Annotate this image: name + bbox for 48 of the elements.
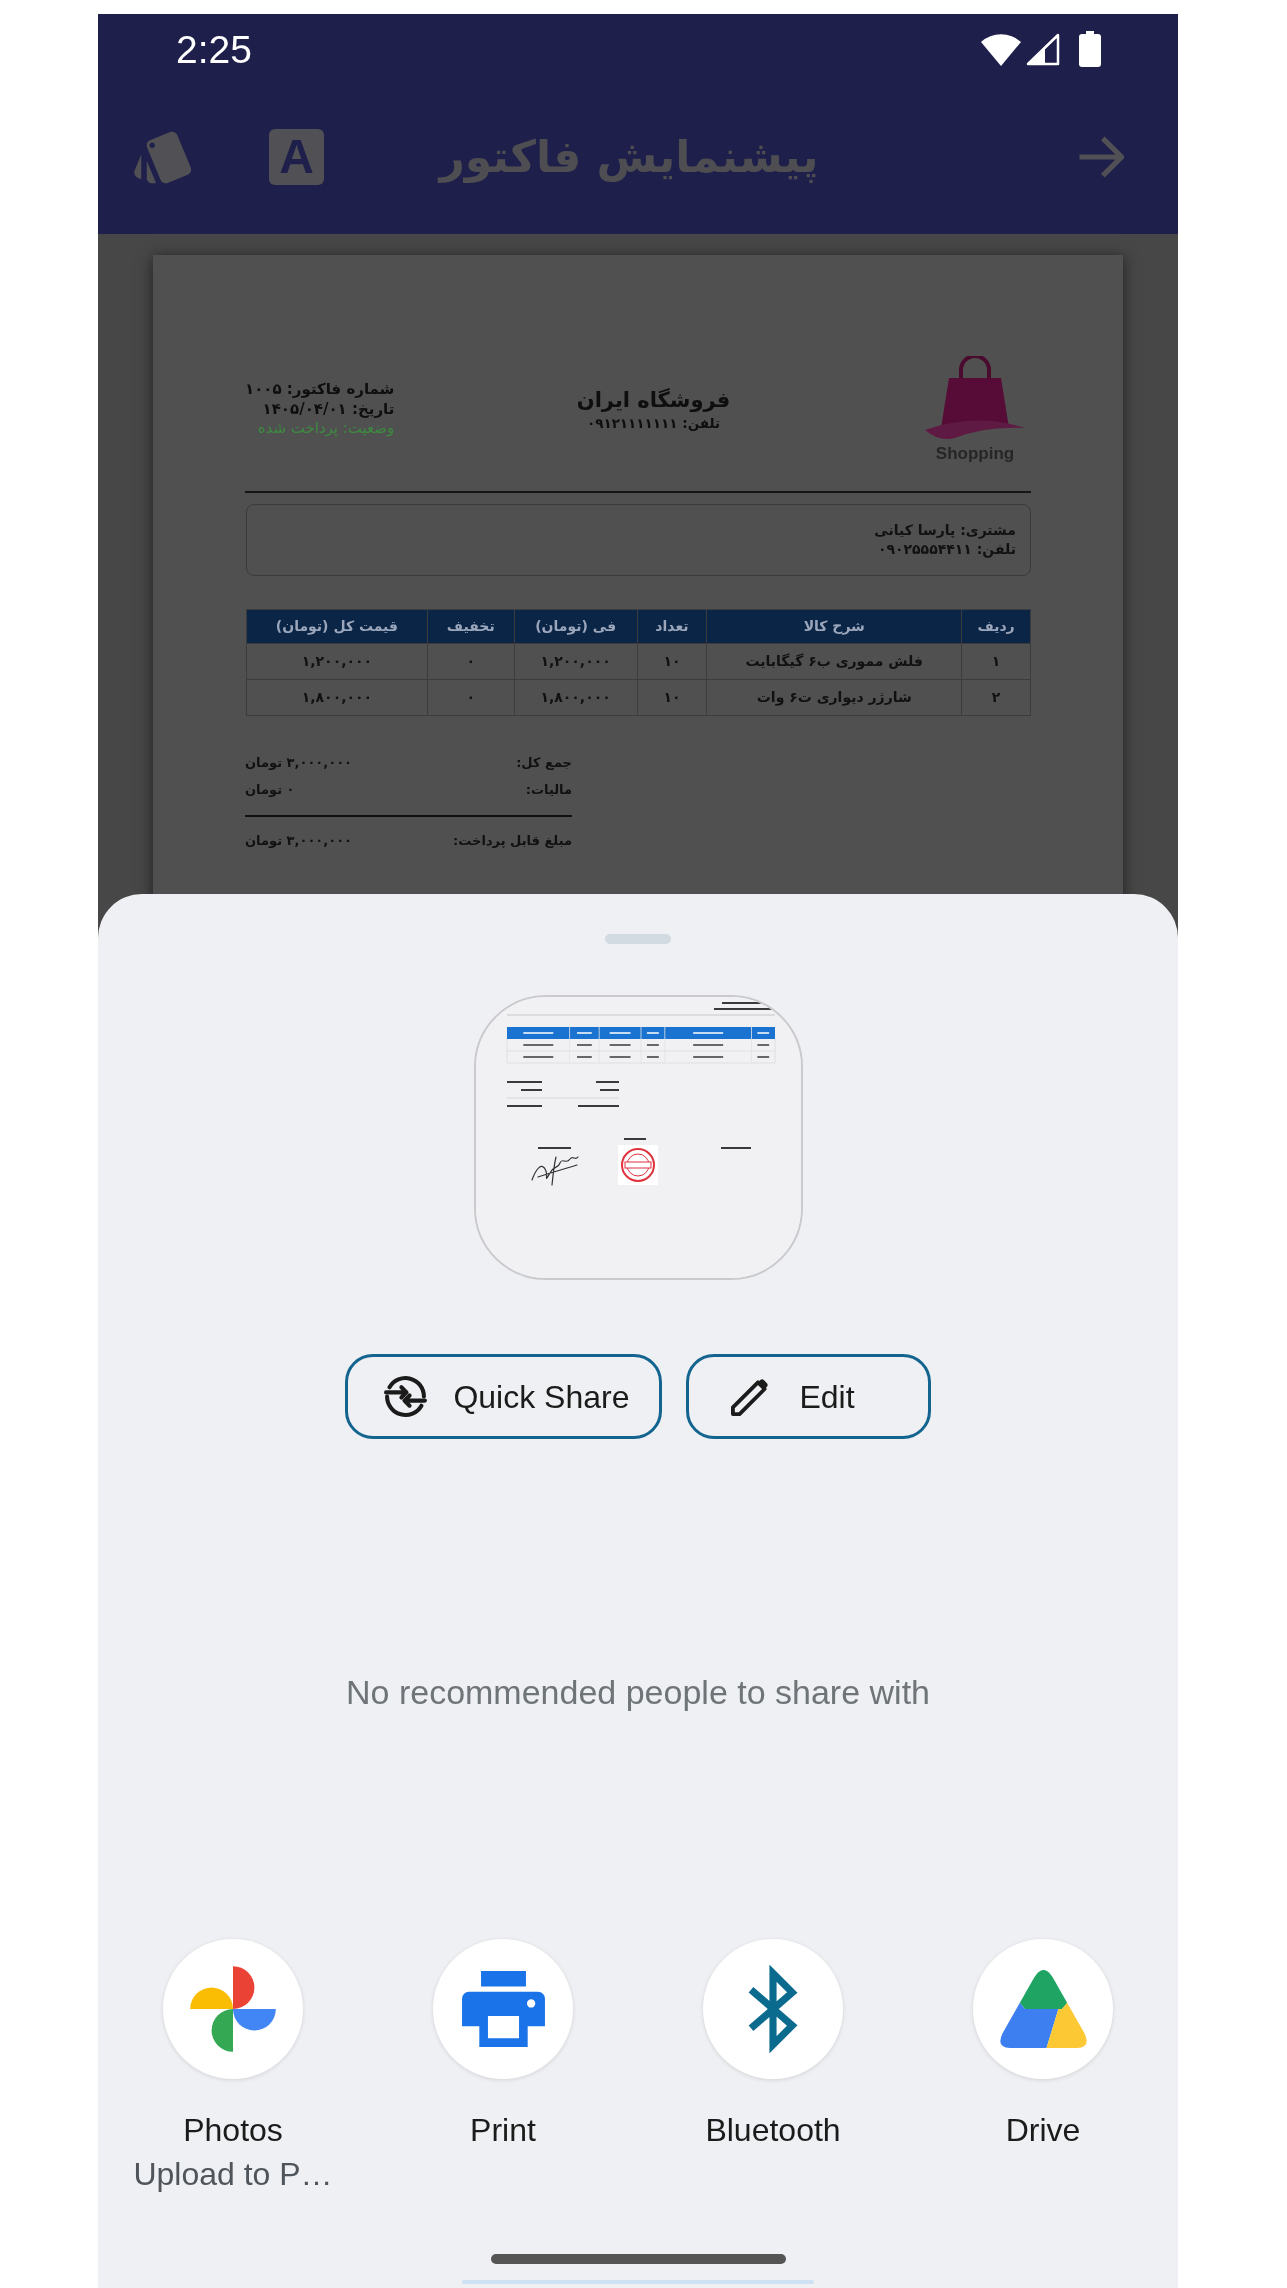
status-time: 2:25 [176,27,252,73]
customer-line: مشتری: پارسا کیانی [874,521,1016,540]
table-cell: فلش مموری ب۶ گیگابایت [706,643,962,680]
column-header: شرح کالا [706,609,962,644]
table-cell: ۱,۲۰۰,۰۰۰ [514,643,638,680]
battery-icon [1079,31,1101,67]
customer-line: تلفن: ۰۹۰۲۵۵۵۴۴۱۱ [877,540,1016,559]
app-sublabel: Upload to P… [133,2155,333,2194]
table-cell: ۱۰ [637,643,707,680]
app-label: Drive [1005,2111,1081,2150]
column-header: تعداد [637,609,707,644]
table-cell: ۱۰ [637,679,707,716]
table-cell: ۱,۲۰۰,۰۰۰ [246,643,428,680]
total-value: ۰ تومان [245,780,295,799]
edit-button[interactable]: Edit [686,1354,931,1439]
empty-message: No recommended people to share with [346,1672,930,1712]
pencil-icon [731,1377,770,1416]
drag-handle[interactable] [605,934,671,944]
store-phone: تلفن: ۰۹۱۲۱۱۱۱۱۱۱ [586,414,721,433]
app-label: Photos [183,2111,283,2150]
app-label: Print [470,2111,536,2150]
invoice-meta: تاریخ: ۱۴۰۵/۰۴/۰۱ [262,399,395,420]
column-header: ردیف [961,609,1031,644]
table-cell: شارژر دیواری ت۶ وات [706,679,962,716]
circular-arrows-icon [384,1374,429,1419]
table-cell: ۲ [961,679,1031,716]
table-cell: ۱ [961,643,1031,680]
signal-icon [1026,32,1060,66]
status-text: وضعیت: پرداخت شده [257,419,395,439]
total-label: مبلغ قابل پرداخت: [453,831,572,850]
cards-icon[interactable] [134,129,192,185]
total-value: ۳,۰۰۰,۰۰۰ تومان [245,831,352,850]
total-label: مالیات: [525,780,572,799]
table-cell: ۱,۸۰۰,۰۰۰ [246,679,428,716]
total-label: جمع کل: [516,753,572,772]
invoice-meta: شماره فاکتور: ۱۰۰۵ [245,380,395,400]
column-header: قیمت کل (تومان) [246,609,428,644]
table-cell: ۱,۸۰۰,۰۰۰ [514,679,638,716]
app-label: Bluetooth [705,2111,841,2150]
column-header: تخفیف [427,609,515,644]
quick-share-button[interactable]: Quick Share [345,1354,663,1439]
total-value: ۳,۰۰۰,۰۰۰ تومان [245,753,352,772]
arrow-right-icon[interactable] [1077,136,1124,178]
wifi-icon [981,32,1021,66]
column-header: فی (تومان) [514,609,638,644]
table-cell: ۰ [427,679,515,716]
store-name: فروشگاه ایران [576,387,731,414]
table-cell: ۰ [427,643,515,680]
